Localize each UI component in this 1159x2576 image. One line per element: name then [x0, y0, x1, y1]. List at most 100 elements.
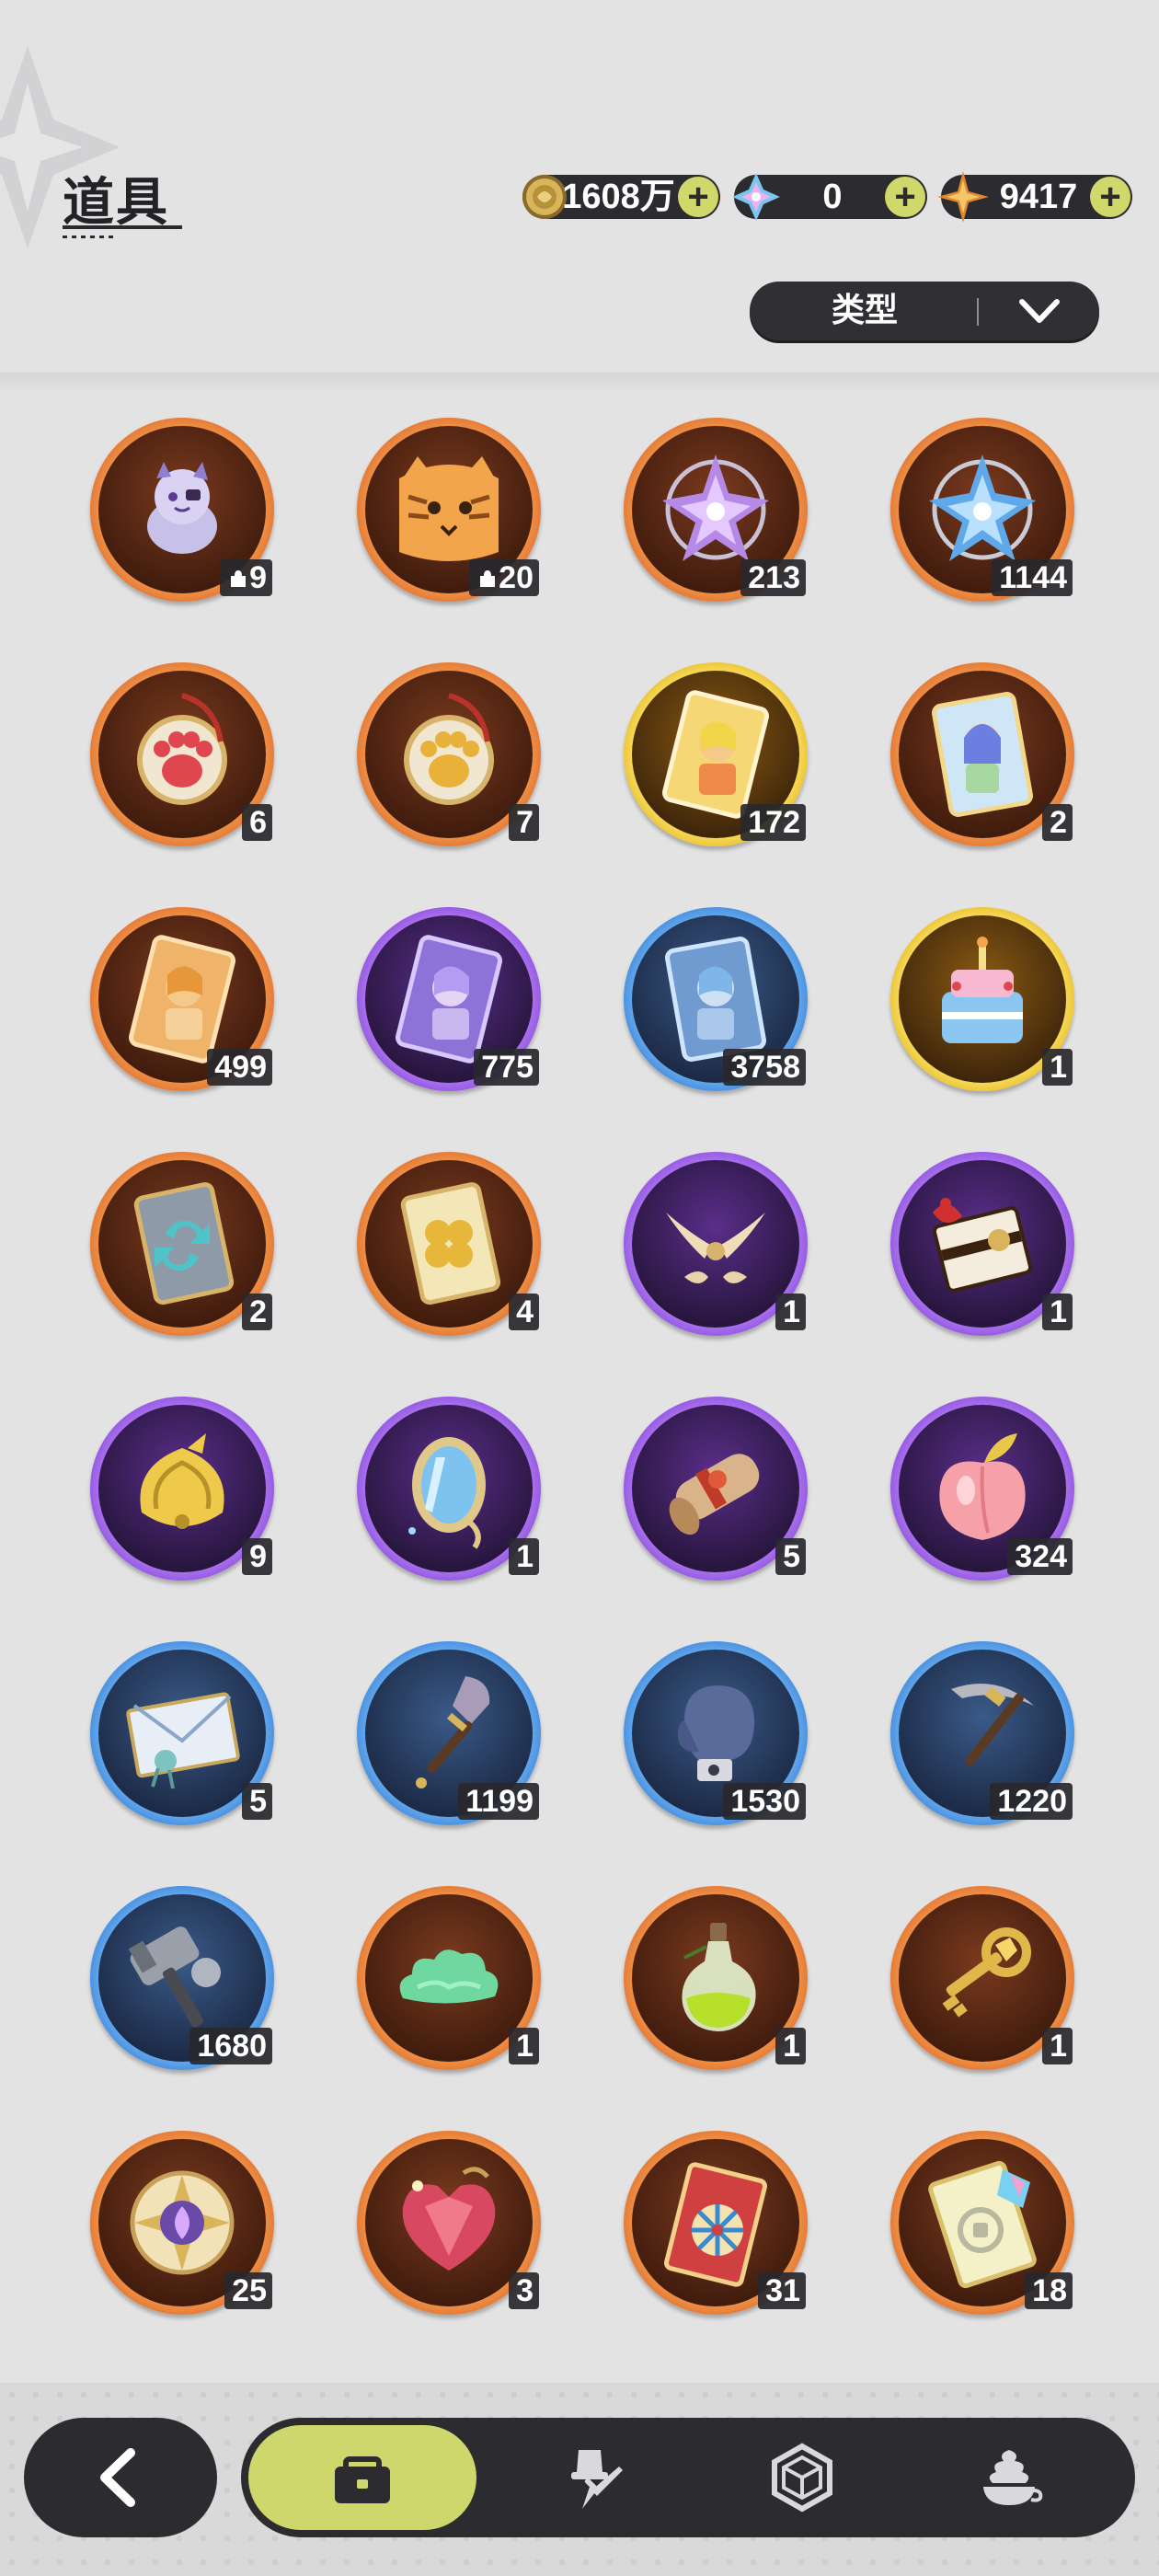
- inventory-item[interactable]: 775: [357, 907, 550, 1100]
- item-quantity: 1: [1042, 1294, 1073, 1330]
- blue-crystal-icon: [929, 454, 1036, 561]
- letter-envelope-icon: [126, 1692, 240, 1789]
- inventory-item[interactable]: 25: [90, 2131, 283, 2324]
- inventory-item[interactable]: 1680: [90, 1886, 283, 2079]
- item-quantity: 1220: [990, 1783, 1073, 1820]
- item-quantity-value: 1144: [999, 560, 1067, 595]
- inventory-item[interactable]: 1220: [890, 1641, 1084, 1834]
- inventory-item[interactable]: 1: [624, 1152, 817, 1345]
- item-quantity-value: 18: [1032, 2273, 1067, 2308]
- boxing-glove-icon: [677, 1685, 755, 1781]
- item-quantity-value: 1530: [730, 1784, 800, 1819]
- item-quantity: 172: [740, 804, 806, 841]
- golden-bell-icon: [140, 1433, 224, 1529]
- item-quantity: 20: [469, 559, 539, 596]
- inventory-item[interactable]: 1: [624, 1886, 817, 2079]
- item-quantity: 1144: [992, 559, 1073, 596]
- inventory-item[interactable]: 7: [357, 662, 550, 856]
- inventory-item[interactable]: 4: [357, 1152, 550, 1345]
- inventory-item[interactable]: 3758: [624, 907, 817, 1100]
- purple-character-card-icon: [395, 935, 503, 1064]
- puzzle-ticket-icon: [928, 2160, 1037, 2289]
- inventory-item[interactable]: 6: [90, 662, 283, 856]
- ruby-heart-icon: [402, 2167, 496, 2271]
- item-quantity: 499: [207, 1049, 272, 1086]
- item-quantity: 1199: [458, 1783, 539, 1820]
- inventory-item[interactable]: 1530: [624, 1641, 817, 1834]
- blue-character-card-icon: [665, 937, 766, 1062]
- scroll-icon: [669, 1454, 760, 1535]
- item-quantity-value: 499: [214, 1050, 267, 1085]
- inventory-item[interactable]: 18: [890, 2131, 1084, 2324]
- rainbow-character-card-icon: [932, 692, 1033, 817]
- inventory-item[interactable]: 2: [890, 662, 1084, 856]
- gold-paw-charm-icon: [404, 693, 494, 805]
- tiger-cat-fragment-icon: [399, 456, 499, 561]
- item-quantity-value: 3: [516, 2273, 534, 2308]
- item-quantity-value: 1: [783, 1294, 800, 1329]
- inventory-item[interactable]: 1: [890, 1152, 1084, 1345]
- gift-box-icon: [932, 1198, 1033, 1293]
- inventory-item[interactable]: 172: [624, 662, 817, 856]
- inventory-item[interactable]: 1144: [890, 418, 1084, 611]
- tab-equipment[interactable]: [517, 2418, 673, 2537]
- item-quantity-value: 7: [516, 805, 534, 840]
- horn-ornament-icon: [666, 1213, 765, 1283]
- tab-gems[interactable]: [724, 2418, 880, 2537]
- dessert-icon: [983, 2450, 1043, 2505]
- tab-desserts[interactable]: [931, 2418, 1087, 2537]
- inventory-item[interactable]: 9: [90, 418, 283, 611]
- golden-key-icon: [942, 1927, 1031, 2018]
- inventory-item[interactable]: 213: [624, 418, 817, 611]
- item-quantity-value: 25: [232, 2273, 267, 2308]
- item-quantity: 5: [242, 1783, 272, 1820]
- item-quantity: 213: [740, 559, 806, 596]
- tab-bag[interactable]: [248, 2425, 476, 2530]
- item-quantity-value: 1220: [997, 1784, 1067, 1819]
- inventory-item[interactable]: 2: [90, 1152, 283, 1345]
- item-quantity-value: 2: [1050, 805, 1067, 840]
- inventory-item[interactable]: 1: [890, 907, 1084, 1100]
- bag-icon: [335, 2456, 390, 2503]
- inventory-item[interactable]: 31: [624, 2131, 817, 2324]
- item-quantity-value: 1: [783, 2029, 800, 2064]
- item-quantity: 1: [509, 1538, 539, 1575]
- inventory-item[interactable]: 1: [357, 1886, 550, 2079]
- wheel-ticket-icon: [663, 2162, 768, 2287]
- inventory-item[interactable]: 1: [890, 1886, 1084, 2079]
- item-quantity: 1: [1042, 2028, 1073, 2064]
- jade-cloud-icon: [399, 1949, 499, 2004]
- potion-bottle-icon: [682, 1923, 756, 2031]
- item-quantity: 324: [1007, 1538, 1073, 1575]
- back-button[interactable]: [24, 2418, 217, 2537]
- item-quantity-value: 213: [748, 560, 800, 595]
- item-quantity-value: 1: [1050, 1050, 1067, 1085]
- inventory-item[interactable]: 9: [90, 1397, 283, 1590]
- item-quantity: 1: [775, 2028, 806, 2064]
- red-paw-charm-icon: [137, 693, 227, 805]
- inventory-item[interactable]: 1: [357, 1397, 550, 1590]
- inventory-item[interactable]: 1199: [357, 1641, 550, 1834]
- item-quantity-value: 1: [516, 2029, 534, 2064]
- inventory-item[interactable]: 20: [357, 418, 550, 611]
- item-quantity-value: 31: [765, 2273, 800, 2308]
- item-quantity: 9: [220, 559, 272, 596]
- hat-sword-icon: [571, 2450, 623, 2509]
- peach-icon: [939, 1433, 1026, 1540]
- shovel-icon: [416, 1676, 490, 1788]
- item-quantity: 18: [1025, 2272, 1073, 2309]
- magic-mirror-icon: [408, 1437, 486, 1549]
- item-quantity-value: 1: [1050, 2029, 1067, 2064]
- item-quantity-value: 9: [249, 1539, 267, 1574]
- item-quantity: 5: [775, 1538, 806, 1575]
- inventory-item[interactable]: 499: [90, 907, 283, 1100]
- inventory-item[interactable]: 3: [357, 2131, 550, 2324]
- inventory-item[interactable]: 5: [90, 1641, 283, 1834]
- emblem-medal-icon: [130, 2170, 235, 2275]
- birthday-cake-icon: [942, 937, 1023, 1043]
- inventory-item[interactable]: 5: [624, 1397, 817, 1590]
- purple-crystal-icon: [662, 454, 769, 561]
- cat-puppet-fragment-icon: [147, 462, 217, 554]
- inventory-item[interactable]: 324: [890, 1397, 1084, 1590]
- item-quantity-value: 172: [748, 805, 800, 840]
